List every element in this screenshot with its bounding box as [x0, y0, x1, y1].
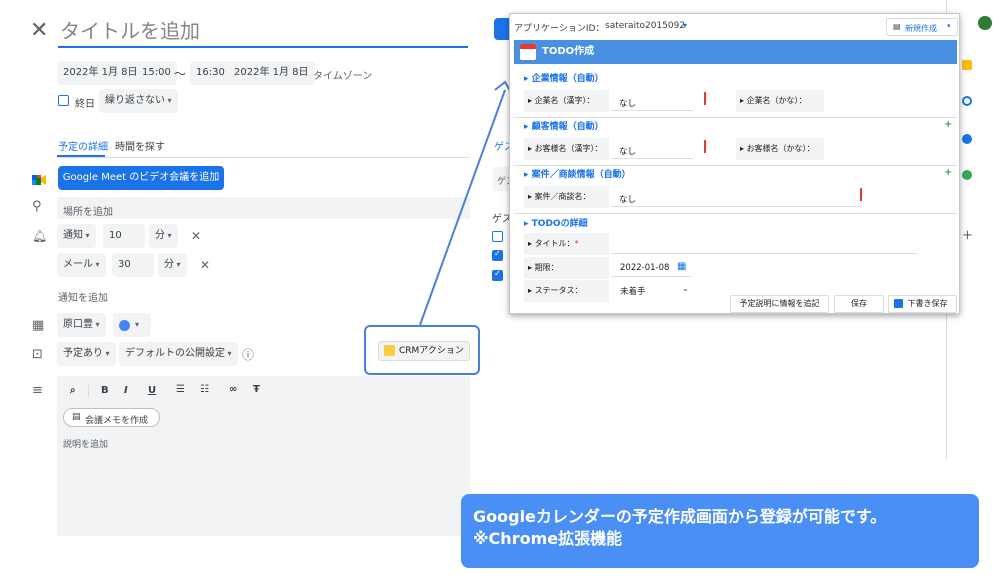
deal-name-value: なし: [619, 195, 637, 205]
field-underline: [611, 158, 693, 159]
status-select[interactable]: 未着手: [620, 285, 646, 297]
addon-logo-icon[interactable]: [978, 16, 992, 30]
customer-kanji-value: なし: [619, 147, 637, 157]
company-kanji-value: なし: [619, 99, 637, 109]
popup-header: アプリケーションID： sateraito2015092 ▾ ▤ 新規作成 ▾: [510, 14, 959, 40]
maps-icon[interactable]: [962, 170, 972, 180]
add-deal-icon[interactable]: +: [944, 167, 952, 178]
app-id-dropdown-icon[interactable]: ▾: [683, 21, 687, 30]
field-underline: [611, 276, 691, 277]
date-picker-icon[interactable]: ▦: [677, 261, 686, 272]
app-id-label: アプリケーションID：: [514, 24, 605, 34]
new-doc-icon: ▤: [893, 22, 901, 31]
save-button-fragment[interactable]: [494, 18, 510, 40]
section-customer-title: ▸ 顧客情報（自動）: [524, 122, 604, 132]
field-underline: [611, 206, 861, 207]
tasks-icon[interactable]: [962, 96, 972, 106]
chevron-down-icon: ▾: [947, 22, 951, 30]
customer-kanji-label: ▸ お客様名（漢字）：: [524, 138, 609, 160]
due-date-value[interactable]: 2022-01-08: [620, 263, 669, 273]
company-kana-label: ▸ 企業名（かな）：: [736, 90, 824, 112]
todo-create-popup: アプリケーションID： sateraito2015092 ▾ ▤ 新規作成 ▾ …: [509, 13, 960, 314]
company-kanji-label: ▸ 企業名（漢字）：: [524, 90, 609, 112]
new-create-label: 新規作成: [905, 24, 937, 33]
calendar-icon: [520, 44, 536, 60]
section-divider: [514, 117, 957, 118]
required-indicator: [704, 92, 706, 105]
section-deal-title: ▸ 案件／商談情報（自動）: [524, 170, 631, 180]
save-button[interactable]: 保存: [834, 295, 884, 313]
contacts-icon[interactable]: [962, 134, 972, 144]
feature-banner: Googleカレンダーの予定作成画面から登録が可能です。 ※Chrome拡張機能: [461, 494, 979, 568]
add-to-description-button[interactable]: 予定説明に情報を追記: [730, 295, 829, 313]
section-divider: [514, 165, 957, 166]
add-addon-icon[interactable]: +: [962, 228, 973, 243]
add-customer-icon[interactable]: +: [944, 119, 952, 130]
field-underline: [611, 110, 693, 111]
required-indicator: [860, 188, 862, 201]
section-company-title: ▸ 企業情報（自動）: [524, 74, 604, 84]
todo-title-input[interactable]: [611, 253, 917, 254]
section-divider: [514, 213, 957, 214]
status-label: ▸ ステータス：: [524, 280, 609, 302]
required-indicator: [704, 140, 706, 153]
customer-kana-label: ▸ お客様名（かな）：: [736, 138, 824, 160]
chevron-down-icon[interactable]: ⌄: [682, 284, 689, 293]
due-date-label: ▸ 期限：: [524, 257, 609, 279]
guest-permission-checkbox-3[interactable]: [492, 269, 503, 281]
guest-permission-checkbox-2[interactable]: [492, 249, 503, 261]
banner-line-2: ※Chrome拡張機能: [473, 529, 623, 548]
guest-permission-checkbox-1[interactable]: [492, 231, 503, 242]
app-id-value: sateraito2015092: [605, 21, 686, 31]
keep-icon[interactable]: [962, 60, 972, 70]
deal-name-label: ▸ 案件／商談名：: [524, 186, 609, 208]
new-create-button[interactable]: ▤ 新規作成 ▾: [886, 18, 958, 36]
banner-line-1: Googleカレンダーの予定作成画面から登録が可能です。: [473, 507, 887, 526]
todo-title-label: ▸ タイトル：*: [524, 233, 609, 255]
floppy-disk-icon: [894, 299, 903, 308]
popup-title-bar: TODO作成: [514, 40, 957, 64]
section-todo-title: ▸ TODOの詳細: [524, 219, 588, 229]
